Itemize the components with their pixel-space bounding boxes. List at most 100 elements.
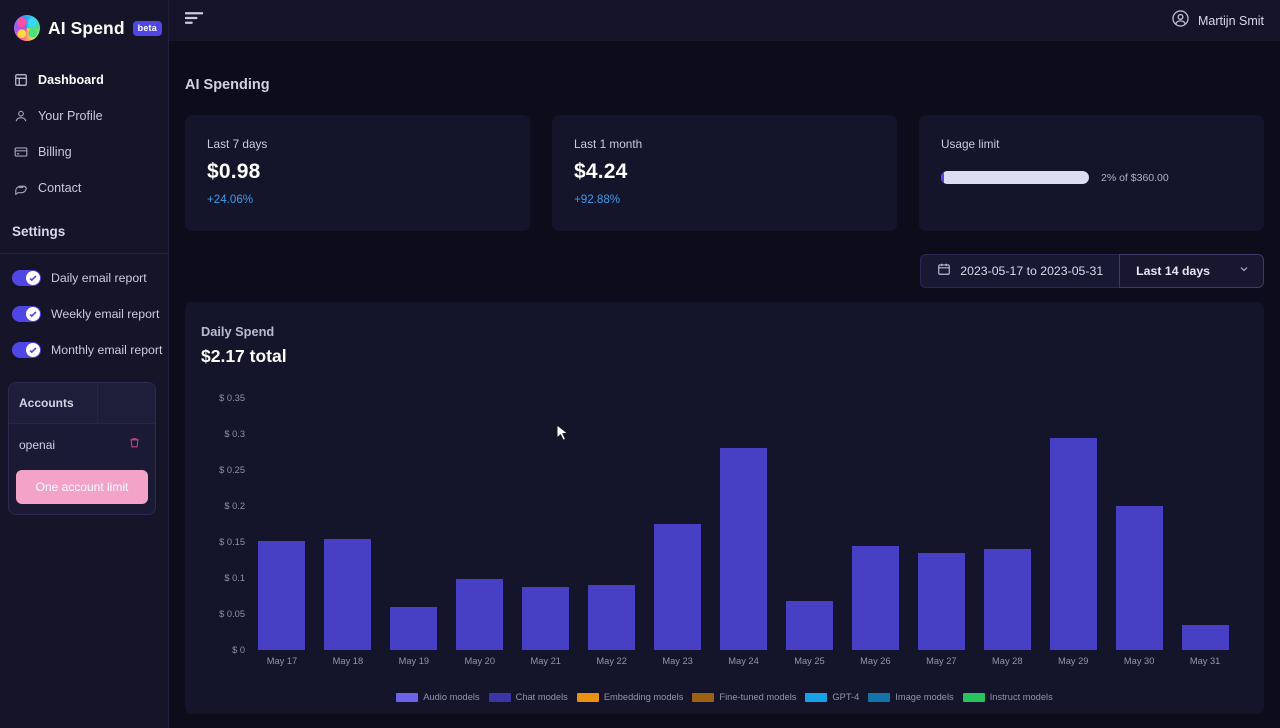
chart-bar-column[interactable]: [447, 398, 513, 650]
toggle-weekly-email-report[interactable]: Weekly email report: [0, 296, 168, 332]
chart-legend-item[interactable]: Fine-tuned models: [692, 692, 796, 702]
chart-bar-column[interactable]: [579, 398, 645, 650]
user-menu[interactable]: Martijn Smit: [1171, 9, 1268, 33]
chart-bar[interactable]: [1181, 624, 1229, 650]
chart-bar[interactable]: [851, 545, 899, 650]
chart-bar-column[interactable]: [711, 398, 777, 650]
sidebar: AI Spend beta Dashboard Your Profile Bil…: [0, 0, 169, 728]
legend-label: Instruct models: [989, 692, 1053, 702]
chart-bars: [249, 398, 1238, 650]
chart-bar-column[interactable]: [1106, 398, 1172, 650]
chart-legend-item[interactable]: Embedding models: [576, 692, 683, 702]
chart-bar-column[interactable]: [777, 398, 843, 650]
chart-bar[interactable]: [654, 524, 702, 650]
legend-swatch: [396, 692, 419, 702]
toggle-knob: [26, 343, 40, 357]
sidebar-item-dashboard[interactable]: Dashboard: [0, 62, 168, 98]
trash-icon[interactable]: [128, 436, 141, 454]
topbar: Martijn Smit: [169, 0, 1280, 41]
toggle-monthly-email-report[interactable]: Monthly email report: [0, 332, 168, 368]
legend-label: Image models: [895, 692, 954, 702]
chart-x-tick-label: May 23: [662, 656, 693, 666]
sidebar-item-contact[interactable]: Contact: [0, 170, 168, 206]
chart-bar[interactable]: [456, 579, 504, 650]
chart-bar-column[interactable]: [1040, 398, 1106, 650]
summary-cards: Last 7 days $0.98 +24.06% Last 1 month $…: [185, 115, 1264, 231]
chart-bar-column[interactable]: [1172, 398, 1238, 650]
chart-legend-item[interactable]: Audio models: [396, 692, 480, 702]
card-value: $0.98: [207, 160, 261, 183]
toggle-switch[interactable]: [12, 270, 41, 286]
chart-y-tick-label: $ 0.35: [219, 393, 245, 403]
chart-bar-column[interactable]: [513, 398, 579, 650]
sidebar-item-label: Contact: [38, 181, 82, 195]
credit-card-icon: [14, 145, 28, 159]
toggle-switch[interactable]: [12, 342, 41, 358]
chart-bar[interactable]: [720, 448, 768, 650]
chart-x-axis: May 17 May 18 May 19 May 20 May 21 May 22 May …: [249, 656, 1238, 666]
daily-spend-chart-panel: Daily Spend $2.17 total $ 0 $ 0.05 $ 0.1 $ …: [185, 302, 1264, 714]
sidebar-item-your-profile[interactable]: Your Profile: [0, 98, 168, 134]
filter-lines-icon[interactable]: [184, 11, 204, 30]
chart-bar-column[interactable]: [974, 398, 1040, 650]
chart-legend-item[interactable]: Instruct models: [962, 692, 1053, 702]
brand[interactable]: AI Spend beta: [0, 0, 168, 56]
card-label: Usage limit: [941, 137, 1000, 151]
content-area: Martijn Smit AI Spending Last 7 days $0.…: [169, 0, 1280, 728]
chart-bar[interactable]: [785, 601, 833, 650]
chart-bar-column[interactable]: [315, 398, 381, 650]
chart-bar[interactable]: [324, 539, 372, 650]
chart-x-tick-label: May 20: [464, 656, 496, 666]
chart-bar[interactable]: [1115, 506, 1163, 650]
toggle-switch[interactable]: [12, 306, 41, 322]
range-preset-select[interactable]: Last 14 days: [1119, 254, 1264, 288]
date-controls: 2023-05-17 to 2023-05-31 Last 14 days: [185, 254, 1264, 288]
legend-label: Fine-tuned models: [719, 692, 797, 702]
chart-y-tick-label: $ 0.05: [219, 609, 245, 619]
page-title: AI Spending: [185, 77, 270, 93]
legend-swatch: [576, 692, 599, 702]
chart-bar[interactable]: [522, 586, 570, 650]
sidebar-item-label: Billing: [38, 145, 72, 159]
chart-y-tick-label: $ 0: [232, 645, 245, 655]
one-account-limit-button[interactable]: One account limit: [16, 470, 148, 504]
card-last-7-days: Last 7 days $0.98 +24.06%: [185, 115, 530, 231]
chart-x-tick-label: May 19: [398, 656, 430, 666]
chart-y-tick-label: $ 0.3: [224, 429, 245, 439]
date-range-picker[interactable]: 2023-05-17 to 2023-05-31: [920, 254, 1120, 288]
account-name: openai: [19, 438, 56, 452]
chart-x-tick-label: May 29: [1057, 656, 1089, 666]
card-label: Last 7 days: [207, 137, 268, 151]
toggle-knob: [26, 307, 40, 321]
chart-legend-item[interactable]: Chat models: [488, 692, 568, 702]
chart-bar-column[interactable]: [381, 398, 447, 650]
chart-bar[interactable]: [917, 552, 965, 650]
chart-bar-column[interactable]: [908, 398, 974, 650]
legend-swatch: [488, 692, 511, 702]
sidebar-item-label: Dashboard: [38, 73, 104, 87]
card-delta: +24.06%: [207, 193, 254, 206]
sidebar-item-billing[interactable]: Billing: [0, 134, 168, 170]
chart-bar[interactable]: [390, 606, 438, 650]
chart-subtitle: $2.17 total: [201, 346, 287, 366]
chart-x-tick-label: May 27: [926, 656, 957, 666]
user-circle-icon: [1171, 9, 1190, 33]
chart-bar-column[interactable]: [249, 398, 315, 650]
table-row[interactable]: openai: [9, 424, 155, 466]
usage-progress-fill: [941, 171, 944, 184]
accounts-column-header: Accounts: [19, 396, 74, 410]
chart-bar[interactable]: [1049, 437, 1097, 650]
sidebar-nav: Dashboard Your Profile Billing Contact: [0, 56, 168, 206]
chart-bar[interactable]: [588, 585, 636, 650]
chart-legend-item[interactable]: Image models: [868, 692, 954, 702]
toggle-label: Monthly email report: [51, 343, 163, 357]
app-root: AI Spend beta Dashboard Your Profile Bil…: [0, 0, 1280, 728]
chart-bar[interactable]: [983, 549, 1031, 650]
toggle-daily-email-report[interactable]: Daily email report: [0, 260, 168, 296]
chart-bar-column[interactable]: [842, 398, 908, 650]
chart-bar-column[interactable]: [645, 398, 711, 650]
chart-x-tick-label: May 21: [530, 656, 561, 666]
chart-x-tick-label: May 17: [266, 656, 298, 666]
chart-legend-item[interactable]: GPT-4: [805, 692, 859, 702]
chart-bar[interactable]: [258, 540, 306, 650]
